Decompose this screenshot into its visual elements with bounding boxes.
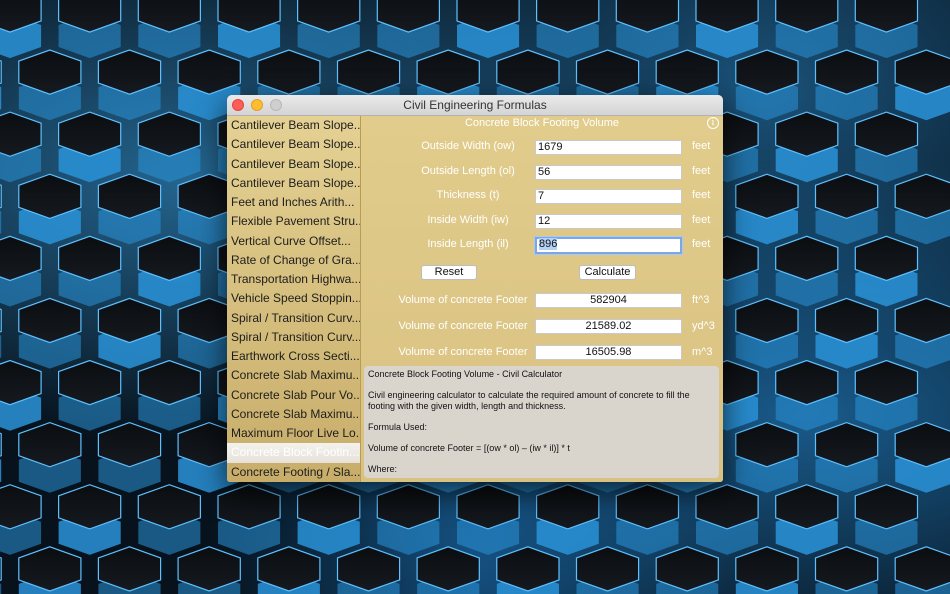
formula-list[interactable]: Cantilever Beam Slope... Cantilever Beam… xyxy=(227,116,361,482)
app-window: Civil Engineering Formulas Cantilever Be… xyxy=(227,95,723,482)
window-title: Civil Engineering Formulas xyxy=(403,98,547,112)
sidebar-item[interactable]: Vertical Curve Offset... xyxy=(227,232,360,251)
result-label: Volume of concrete Footer xyxy=(398,346,528,358)
sidebar-item[interactable]: Cantilever Beam Slope... xyxy=(227,174,360,193)
selected-text: 896 xyxy=(539,238,558,250)
input-label: Outside Width (ow) xyxy=(421,140,515,152)
sidebar-item[interactable]: Concrete Footing / Sla... xyxy=(227,463,360,482)
unit-label: feet xyxy=(692,165,711,177)
sidebar-item[interactable]: Cantilever Beam Slope... xyxy=(227,155,360,174)
sidebar-item[interactable]: Concrete Slab Maximu... xyxy=(227,405,360,424)
result-label: Volume of concrete Footer xyxy=(398,320,528,332)
title-bar[interactable]: Civil Engineering Formulas xyxy=(227,95,723,116)
sidebar-item[interactable]: Concrete Slab Pour Vo... xyxy=(227,386,360,405)
sidebar-item[interactable]: Vehicle Speed Stoppin... xyxy=(227,289,360,308)
sidebar-item[interactable]: Feet and Inches Arith... xyxy=(227,193,360,212)
description-heading: Concrete Block Footing Volume - Civil Ca… xyxy=(368,369,563,379)
inside-length-input[interactable]: 896 xyxy=(535,237,682,254)
input-label: Inside Width (iw) xyxy=(427,214,509,226)
outside-width-input[interactable]: 1679 xyxy=(535,140,682,155)
sidebar-item[interactable]: Cantilever Beam Slope... xyxy=(227,135,360,154)
sidebar-item[interactable]: Transportation Highwa... xyxy=(227,270,360,289)
sidebar-item[interactable]: Flexible Pavement Stru... xyxy=(227,212,360,231)
sidebar-item[interactable]: Spiral / Transition Curv... xyxy=(227,309,360,328)
input-label: Outside Length (ol) xyxy=(421,165,515,177)
result-ft3-output: 582904 xyxy=(535,293,682,308)
sidebar-item[interactable]: Rate of Change of Gra... xyxy=(227,251,360,270)
calculator-panel: Concrete Block Footing Volume i Outside … xyxy=(361,116,723,482)
result-yd3-output: 21589.02 xyxy=(535,319,682,334)
unit-label: yd^3 xyxy=(692,320,715,332)
description-body: Civil engineering calculator to calculat… xyxy=(368,390,690,411)
where-label: Where: xyxy=(368,464,398,474)
unit-label: feet xyxy=(692,140,711,152)
sidebar-item-selected[interactable]: Concrete Block Footin... xyxy=(227,443,360,463)
unit-label: ft^3 xyxy=(692,294,710,306)
outside-length-input[interactable]: 56 xyxy=(535,165,682,180)
calculator-title: Concrete Block Footing Volume xyxy=(464,117,620,129)
input-label: Thickness (t) xyxy=(436,189,500,201)
sidebar-item[interactable]: Concrete Slab Maximu... xyxy=(227,366,360,385)
description-panel[interactable]: Concrete Block Footing Volume - Civil Ca… xyxy=(364,366,719,478)
inside-width-input[interactable]: 12 xyxy=(535,214,682,229)
calculate-button[interactable]: Calculate xyxy=(579,265,636,280)
result-m3-output: 16505.98 xyxy=(535,345,682,360)
info-icon[interactable]: i xyxy=(707,117,719,129)
unit-label: feet xyxy=(692,238,711,250)
sidebar-item[interactable]: Spiral / Transition Curv... xyxy=(227,328,360,347)
thickness-input[interactable]: 7 xyxy=(535,189,682,204)
sidebar-item[interactable]: Earthwork Cross Secti... xyxy=(227,347,360,366)
input-label: Inside Length (il) xyxy=(427,238,509,250)
result-label: Volume of concrete Footer xyxy=(398,294,528,306)
unit-label: feet xyxy=(692,214,711,226)
sidebar-item[interactable]: Maximum Floor Live Lo... xyxy=(227,424,360,443)
formula-used-label: Formula Used: xyxy=(368,422,428,432)
formula-text: Volume of concrete Footer = [(ow * ol) –… xyxy=(368,443,570,453)
reset-button[interactable]: Reset xyxy=(421,265,477,280)
unit-label: feet xyxy=(692,189,711,201)
sidebar-item[interactable]: Cantilever Beam Slope... xyxy=(227,116,360,135)
unit-label: m^3 xyxy=(692,346,713,358)
